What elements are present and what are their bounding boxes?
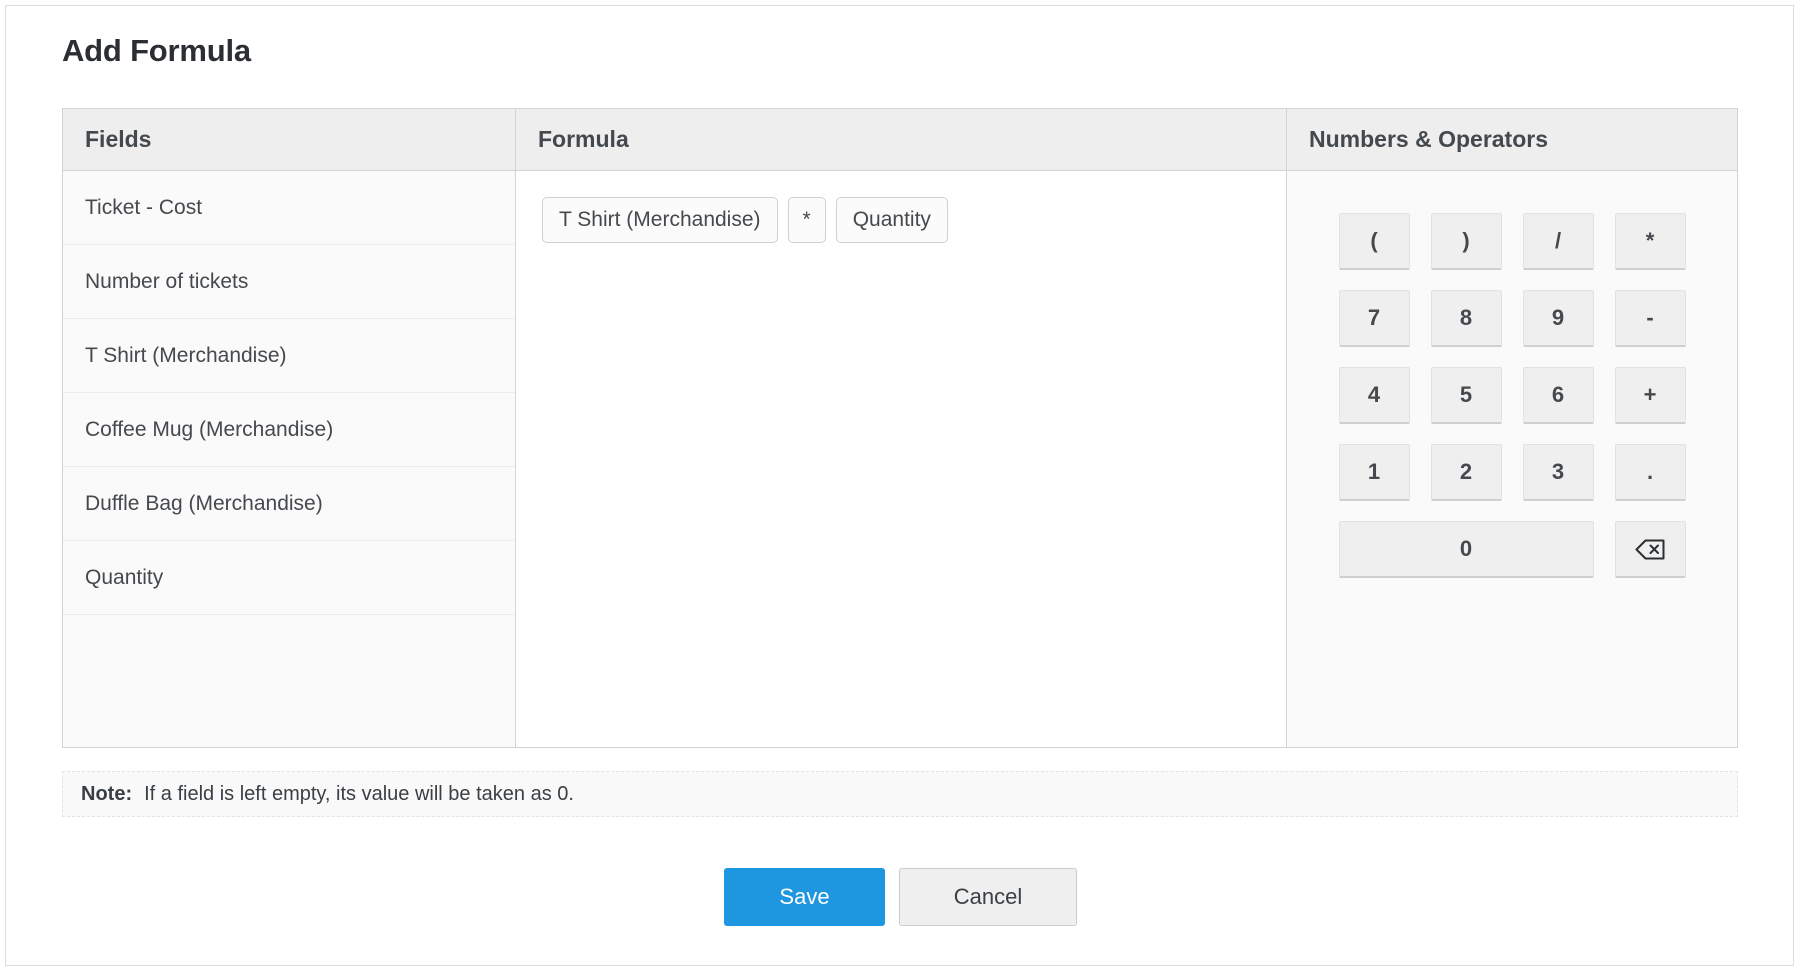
field-label: T Shirt (Merchandise) — [85, 344, 287, 368]
key-6[interactable]: 6 — [1523, 367, 1594, 424]
key-4[interactable]: 4 — [1339, 367, 1410, 424]
note-text: If a field is left empty, its value will… — [144, 783, 574, 806]
fields-column-header: Fields — [63, 109, 515, 171]
formula-token-field[interactable]: T Shirt (Merchandise) — [542, 197, 778, 243]
key-0[interactable]: 0 — [1339, 521, 1594, 578]
key-3[interactable]: 3 — [1523, 444, 1594, 501]
key-2[interactable]: 2 — [1431, 444, 1502, 501]
fields-list: Ticket - Cost Number of tickets T Shirt … — [63, 171, 515, 747]
key-5[interactable]: 5 — [1431, 367, 1502, 424]
key-decimal[interactable]: . — [1615, 444, 1686, 501]
key-multiply[interactable]: * — [1615, 213, 1686, 270]
formula-token-list: T Shirt (Merchandise) * Quantity — [542, 197, 1286, 243]
field-label: Number of tickets — [85, 270, 248, 294]
numbers-column-header: Numbers & Operators — [1287, 109, 1737, 171]
field-list-item[interactable]: Ticket - Cost — [63, 171, 515, 245]
field-label: Ticket - Cost — [85, 196, 202, 220]
key-minus[interactable]: - — [1615, 290, 1686, 347]
formula-column: Formula T Shirt (Merchandise) * Quantity — [516, 109, 1287, 747]
key-open-paren[interactable]: ( — [1339, 213, 1410, 270]
formula-token-field[interactable]: Quantity — [836, 197, 948, 243]
field-label: Coffee Mug (Merchandise) — [85, 418, 333, 442]
field-list-item[interactable]: Coffee Mug (Merchandise) — [63, 393, 515, 467]
keypad-area: ( ) / * 7 8 9 - 4 5 6 + 1 2 3 . 0 — [1287, 171, 1737, 747]
key-1[interactable]: 1 — [1339, 444, 1410, 501]
keypad-grid: ( ) / * 7 8 9 - 4 5 6 + 1 2 3 . 0 — [1339, 213, 1686, 747]
key-close-paren[interactable]: ) — [1431, 213, 1502, 270]
page-title: Add Formula — [62, 33, 251, 69]
formula-column-header: Formula — [516, 109, 1286, 171]
field-label: Quantity — [85, 566, 163, 590]
note-label: Note: — [81, 783, 132, 806]
formula-builder-panel: Fields Ticket - Cost Number of tickets T… — [62, 108, 1738, 748]
field-list-item[interactable]: Quantity — [63, 541, 515, 615]
field-list-item[interactable]: Duffle Bag (Merchandise) — [63, 467, 515, 541]
add-formula-dialog: Add Formula Fields Ticket - Cost Number … — [5, 5, 1794, 966]
formula-token-operator[interactable]: * — [788, 197, 826, 243]
fields-column: Fields Ticket - Cost Number of tickets T… — [63, 109, 516, 747]
key-8[interactable]: 8 — [1431, 290, 1502, 347]
key-plus[interactable]: + — [1615, 367, 1686, 424]
key-divide[interactable]: / — [1523, 213, 1594, 270]
field-label: Duffle Bag (Merchandise) — [85, 492, 323, 516]
key-9[interactable]: 9 — [1523, 290, 1594, 347]
field-list-item[interactable]: T Shirt (Merchandise) — [63, 319, 515, 393]
numbers-operators-column: Numbers & Operators ( ) / * 7 8 9 - 4 5 … — [1287, 109, 1737, 747]
key-backspace[interactable] — [1615, 521, 1686, 578]
key-7[interactable]: 7 — [1339, 290, 1410, 347]
formula-editor[interactable]: T Shirt (Merchandise) * Quantity — [516, 171, 1286, 747]
cancel-button[interactable]: Cancel — [899, 868, 1077, 926]
backspace-icon — [1635, 539, 1665, 560]
note-banner: Note: If a field is left empty, its valu… — [62, 771, 1738, 817]
field-list-item[interactable]: Number of tickets — [63, 245, 515, 319]
save-button[interactable]: Save — [724, 868, 885, 926]
dialog-actions: Save Cancel — [6, 868, 1795, 926]
